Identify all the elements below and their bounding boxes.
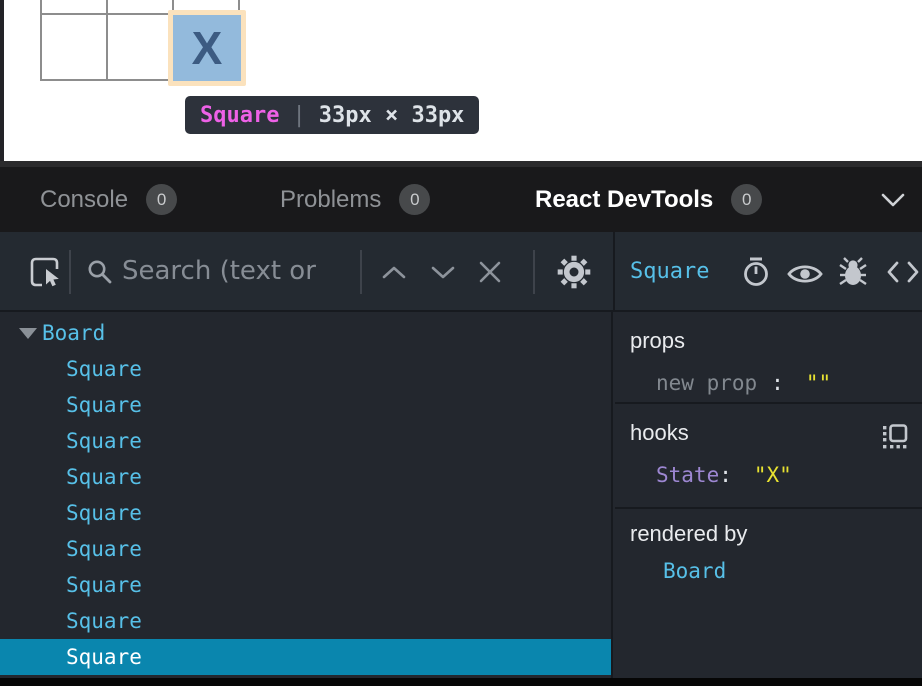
tab-console-label: Console [40,186,128,214]
tooltip-dimensions: 33px × 33px [319,103,465,128]
tree-item-label: Square [66,465,142,489]
browser-page-area: X Square | 33px × 33px [0,0,922,161]
board-cell[interactable] [42,15,108,81]
tab-problems-count-badge: 0 [399,184,430,215]
window-left-edge [0,0,4,161]
tree-item-square[interactable]: Square [0,351,611,387]
view-source-icon[interactable] [886,260,920,284]
hooks-section: hooks State: "X" [615,404,922,509]
tree-item-label: Square [66,645,142,669]
tab-console-count-badge: 0 [146,184,177,215]
props-row: new prop: "" [656,371,922,395]
tree-item-label: Board [42,321,105,345]
rendered-by-section: rendered by Board [615,509,922,678]
gear-icon[interactable] [556,254,592,290]
tree-item-square[interactable]: Square [0,603,611,639]
parse-hook-names-icon[interactable] [882,424,909,451]
tab-problems[interactable]: Problems 0 [280,167,430,232]
selected-component-title: Square [630,232,709,310]
bug-icon[interactable] [839,256,867,288]
tree-item-square[interactable]: Square [0,459,611,495]
search-input[interactable]: Search (text or [122,232,316,310]
state-hook-label: State [656,463,719,487]
toolbar-divider [69,250,71,294]
element-tooltip: Square | 33px × 33px [185,96,479,134]
tree-item-label: Square [66,429,142,453]
tree-item-square[interactable]: Square [0,531,611,567]
rendered-by-board-link[interactable]: Board [663,559,726,583]
react-devtools-main: Board Square Square Square Square Square… [0,312,922,678]
tab-react-devtools-label: React DevTools [535,186,713,214]
tree-item-square[interactable]: Square [0,567,611,603]
tree-item-label: Square [66,501,142,525]
state-hook-row: State: "X" [656,463,922,487]
tree-item-label: Square [66,609,142,633]
tree-item-square-selected[interactable]: Square [0,639,611,675]
suspend-timer-icon[interactable] [741,256,771,288]
inspect-element-icon[interactable] [29,256,61,288]
component-details-panel: props new prop: "" hooks State: "X" [615,312,922,678]
tree-item-label: Square [66,393,142,417]
search-icon [86,258,113,285]
rendered-by-title: rendered by [630,521,922,547]
inspect-highlight-content[interactable]: X [173,15,241,81]
clear-search-icon[interactable] [478,260,502,284]
toolbar-divider [533,250,535,294]
state-hook-value[interactable]: "X" [754,463,792,487]
prop-value-input[interactable]: "" [806,371,831,395]
tab-problems-label: Problems [280,186,381,214]
toolbar-divider [360,250,362,294]
panel-divider[interactable] [613,232,615,312]
board-cell[interactable] [108,15,174,81]
previous-match-icon[interactable] [381,265,407,280]
tree-item-board[interactable]: Board [0,315,611,351]
tree-item-square[interactable]: Square [0,387,611,423]
devtools-tabbar: Console 0 Problems 0 React DevTools 0 [0,167,922,232]
component-tree: Board Square Square Square Square Square… [0,312,613,678]
colon: : [771,371,784,395]
hooks-title: hooks [630,420,922,446]
board-cell[interactable] [108,0,174,15]
screen: X Square | 33px × 33px Console 0 Problem… [0,0,922,686]
chevron-down-icon[interactable] [880,192,906,208]
new-prop-input[interactable]: new prop [656,371,757,395]
props-section: props new prop: "" [615,312,922,404]
tree-item-square[interactable]: Square [0,495,611,531]
tree-item-square[interactable]: Square [0,423,611,459]
devtools-toolbar: Search (text or [0,232,922,312]
tab-react-devtools[interactable]: React DevTools 0 [535,167,762,232]
colon: : [719,463,732,487]
tab-console[interactable]: Console 0 [40,167,177,232]
tree-item-label: Square [66,573,142,597]
props-title: props [630,328,922,354]
rendered-by-row: Board [663,559,922,583]
next-match-icon[interactable] [430,265,456,280]
expander-triangle-icon[interactable] [19,328,37,339]
inspect-highlight-padding: X [168,10,246,86]
tree-item-label: Square [66,357,142,381]
tab-react-devtools-count-badge: 0 [731,184,762,215]
eye-icon[interactable] [787,262,823,286]
bottom-bar [0,678,922,686]
tree-item-label: Square [66,537,142,561]
tooltip-component-name: Square [200,103,279,128]
board-cell[interactable] [42,0,108,15]
tooltip-separator: | [292,103,305,128]
